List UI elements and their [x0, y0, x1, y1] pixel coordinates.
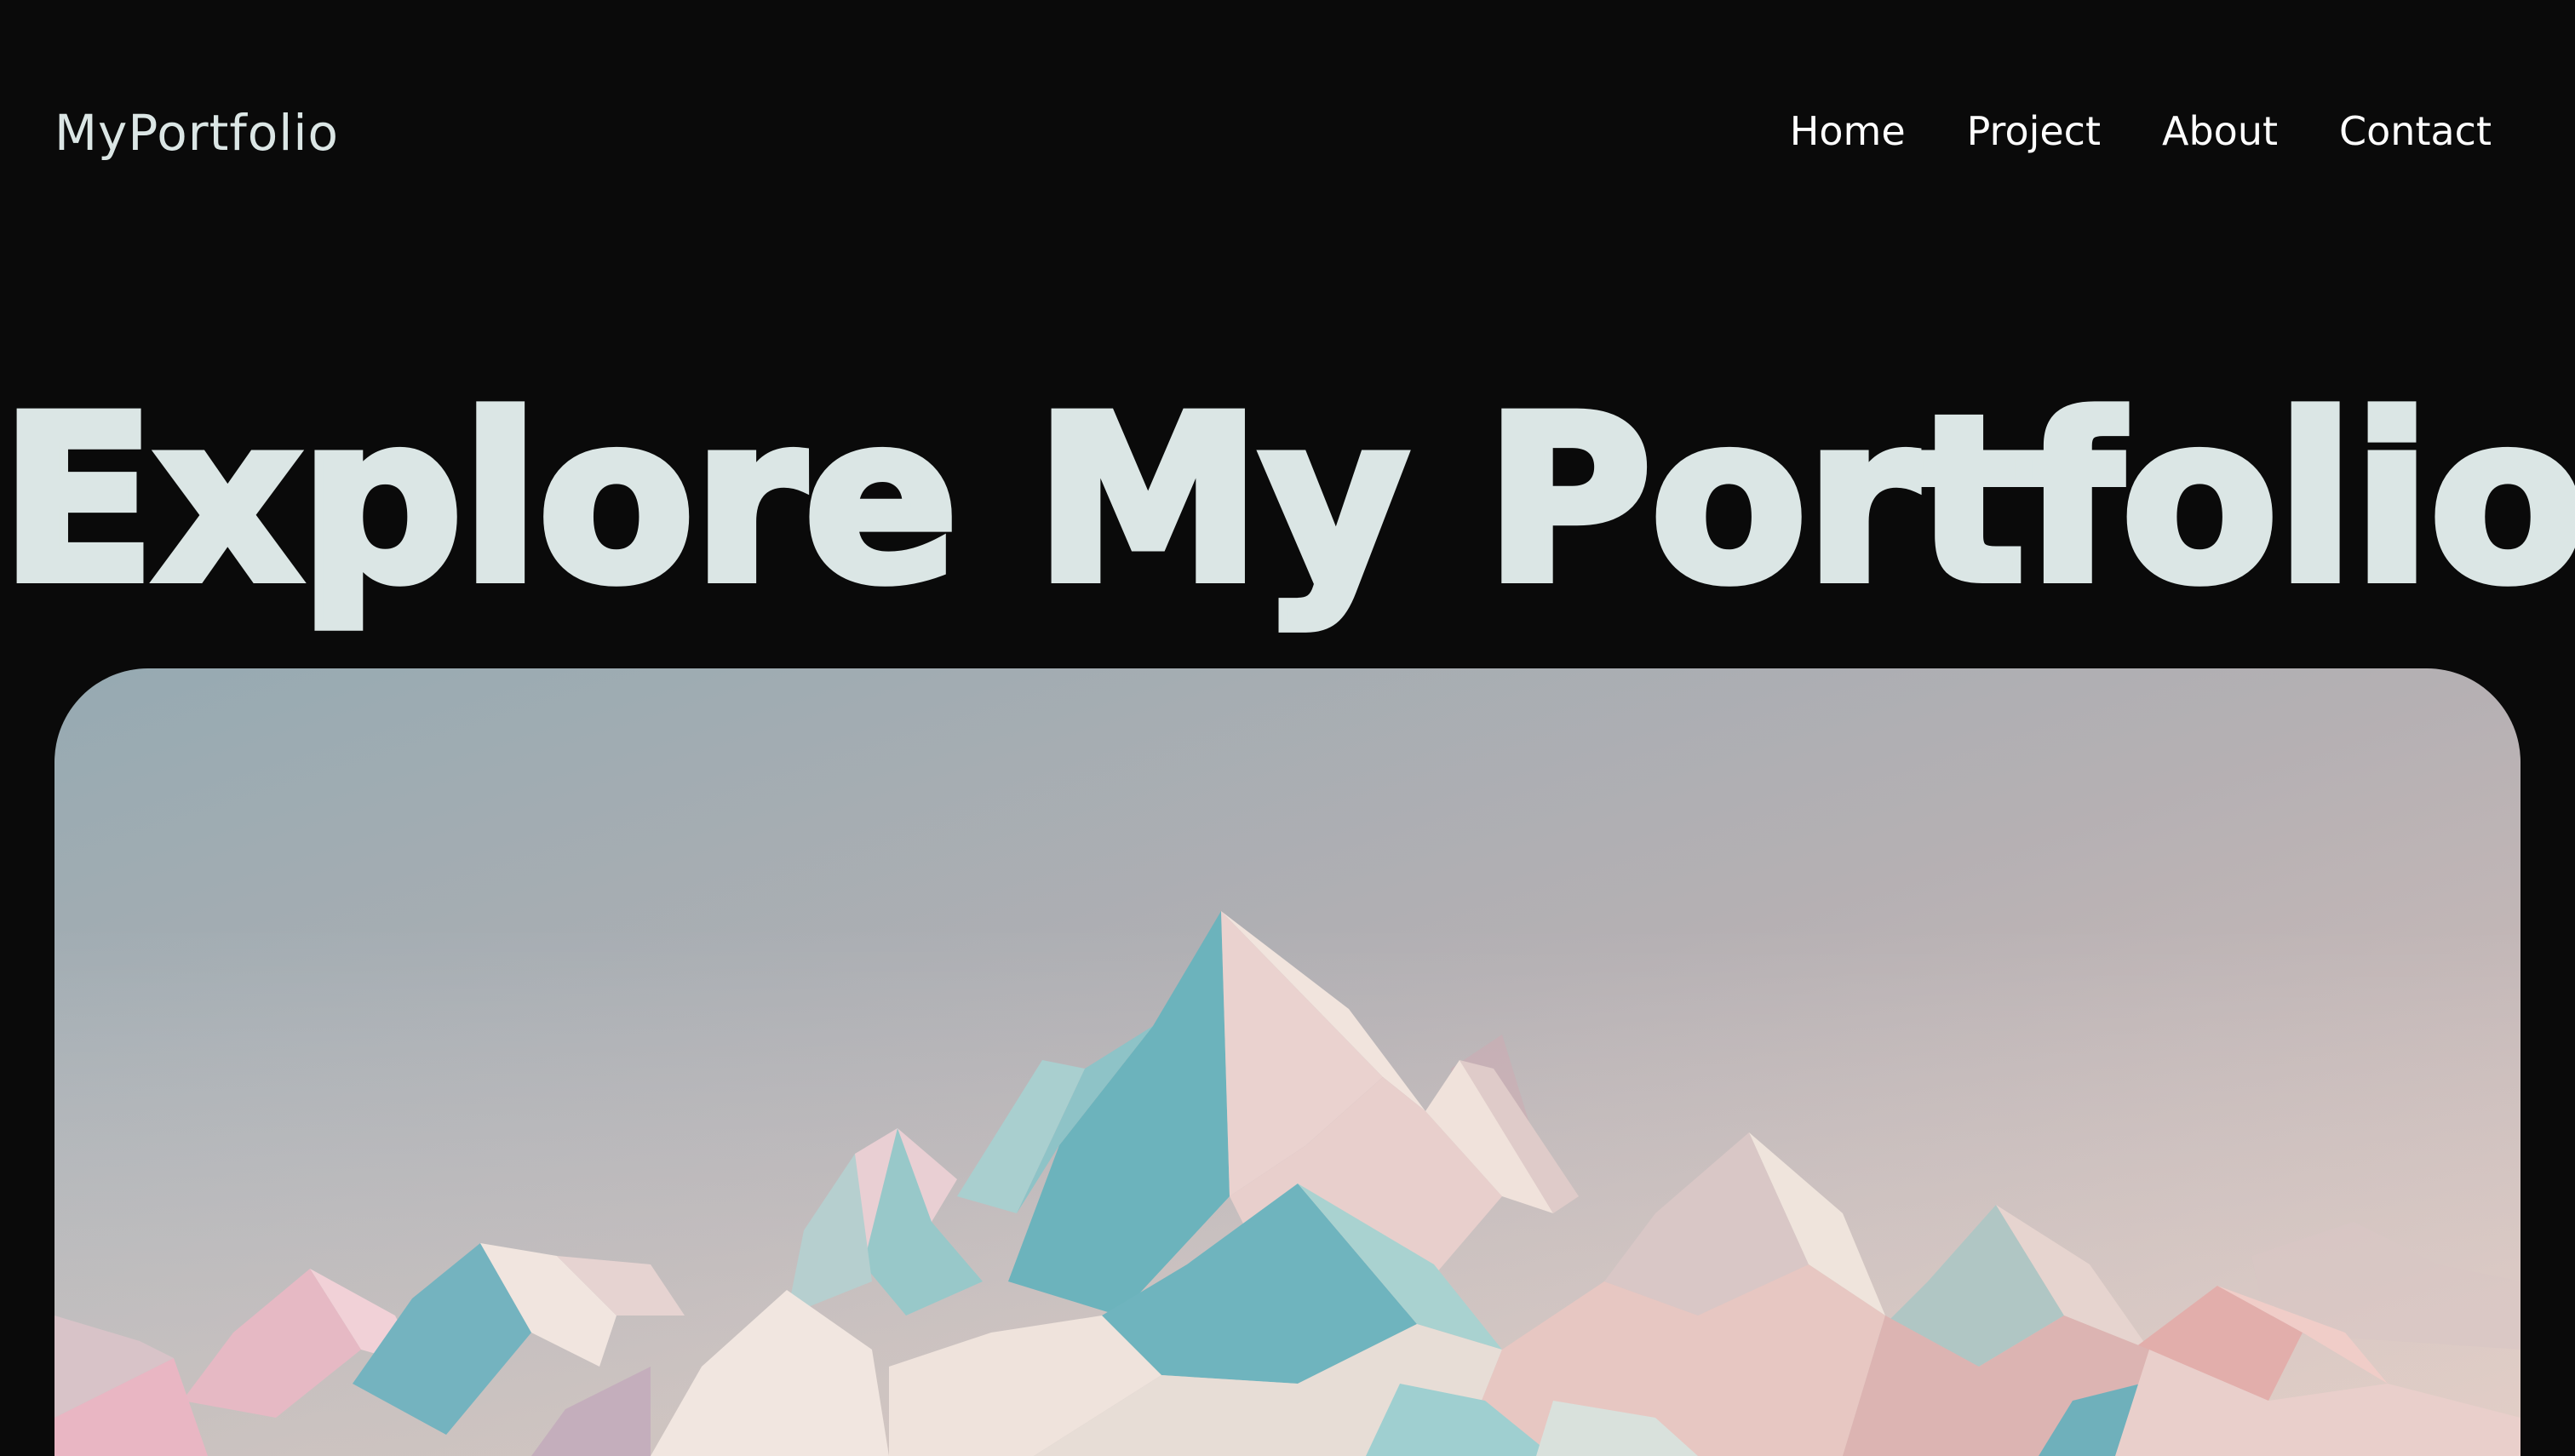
hero-mountain-image	[54, 668, 2521, 1456]
nav-link-home[interactable]: Home	[1790, 104, 1906, 158]
hero-title: Explore My Portfolio	[0, 368, 2575, 633]
mountain-landscape-illustration	[54, 668, 2521, 1456]
nav-link-project[interactable]: Project	[1967, 104, 2101, 158]
nav-link-contact[interactable]: Contact	[2339, 104, 2492, 158]
site-header: MyPortfolio Home Project About Contact	[0, 0, 2575, 264]
main-nav: Home Project About Contact	[1790, 104, 2492, 158]
nav-link-about[interactable]: About	[2162, 104, 2278, 158]
logo[interactable]: MyPortfolio	[54, 99, 339, 167]
